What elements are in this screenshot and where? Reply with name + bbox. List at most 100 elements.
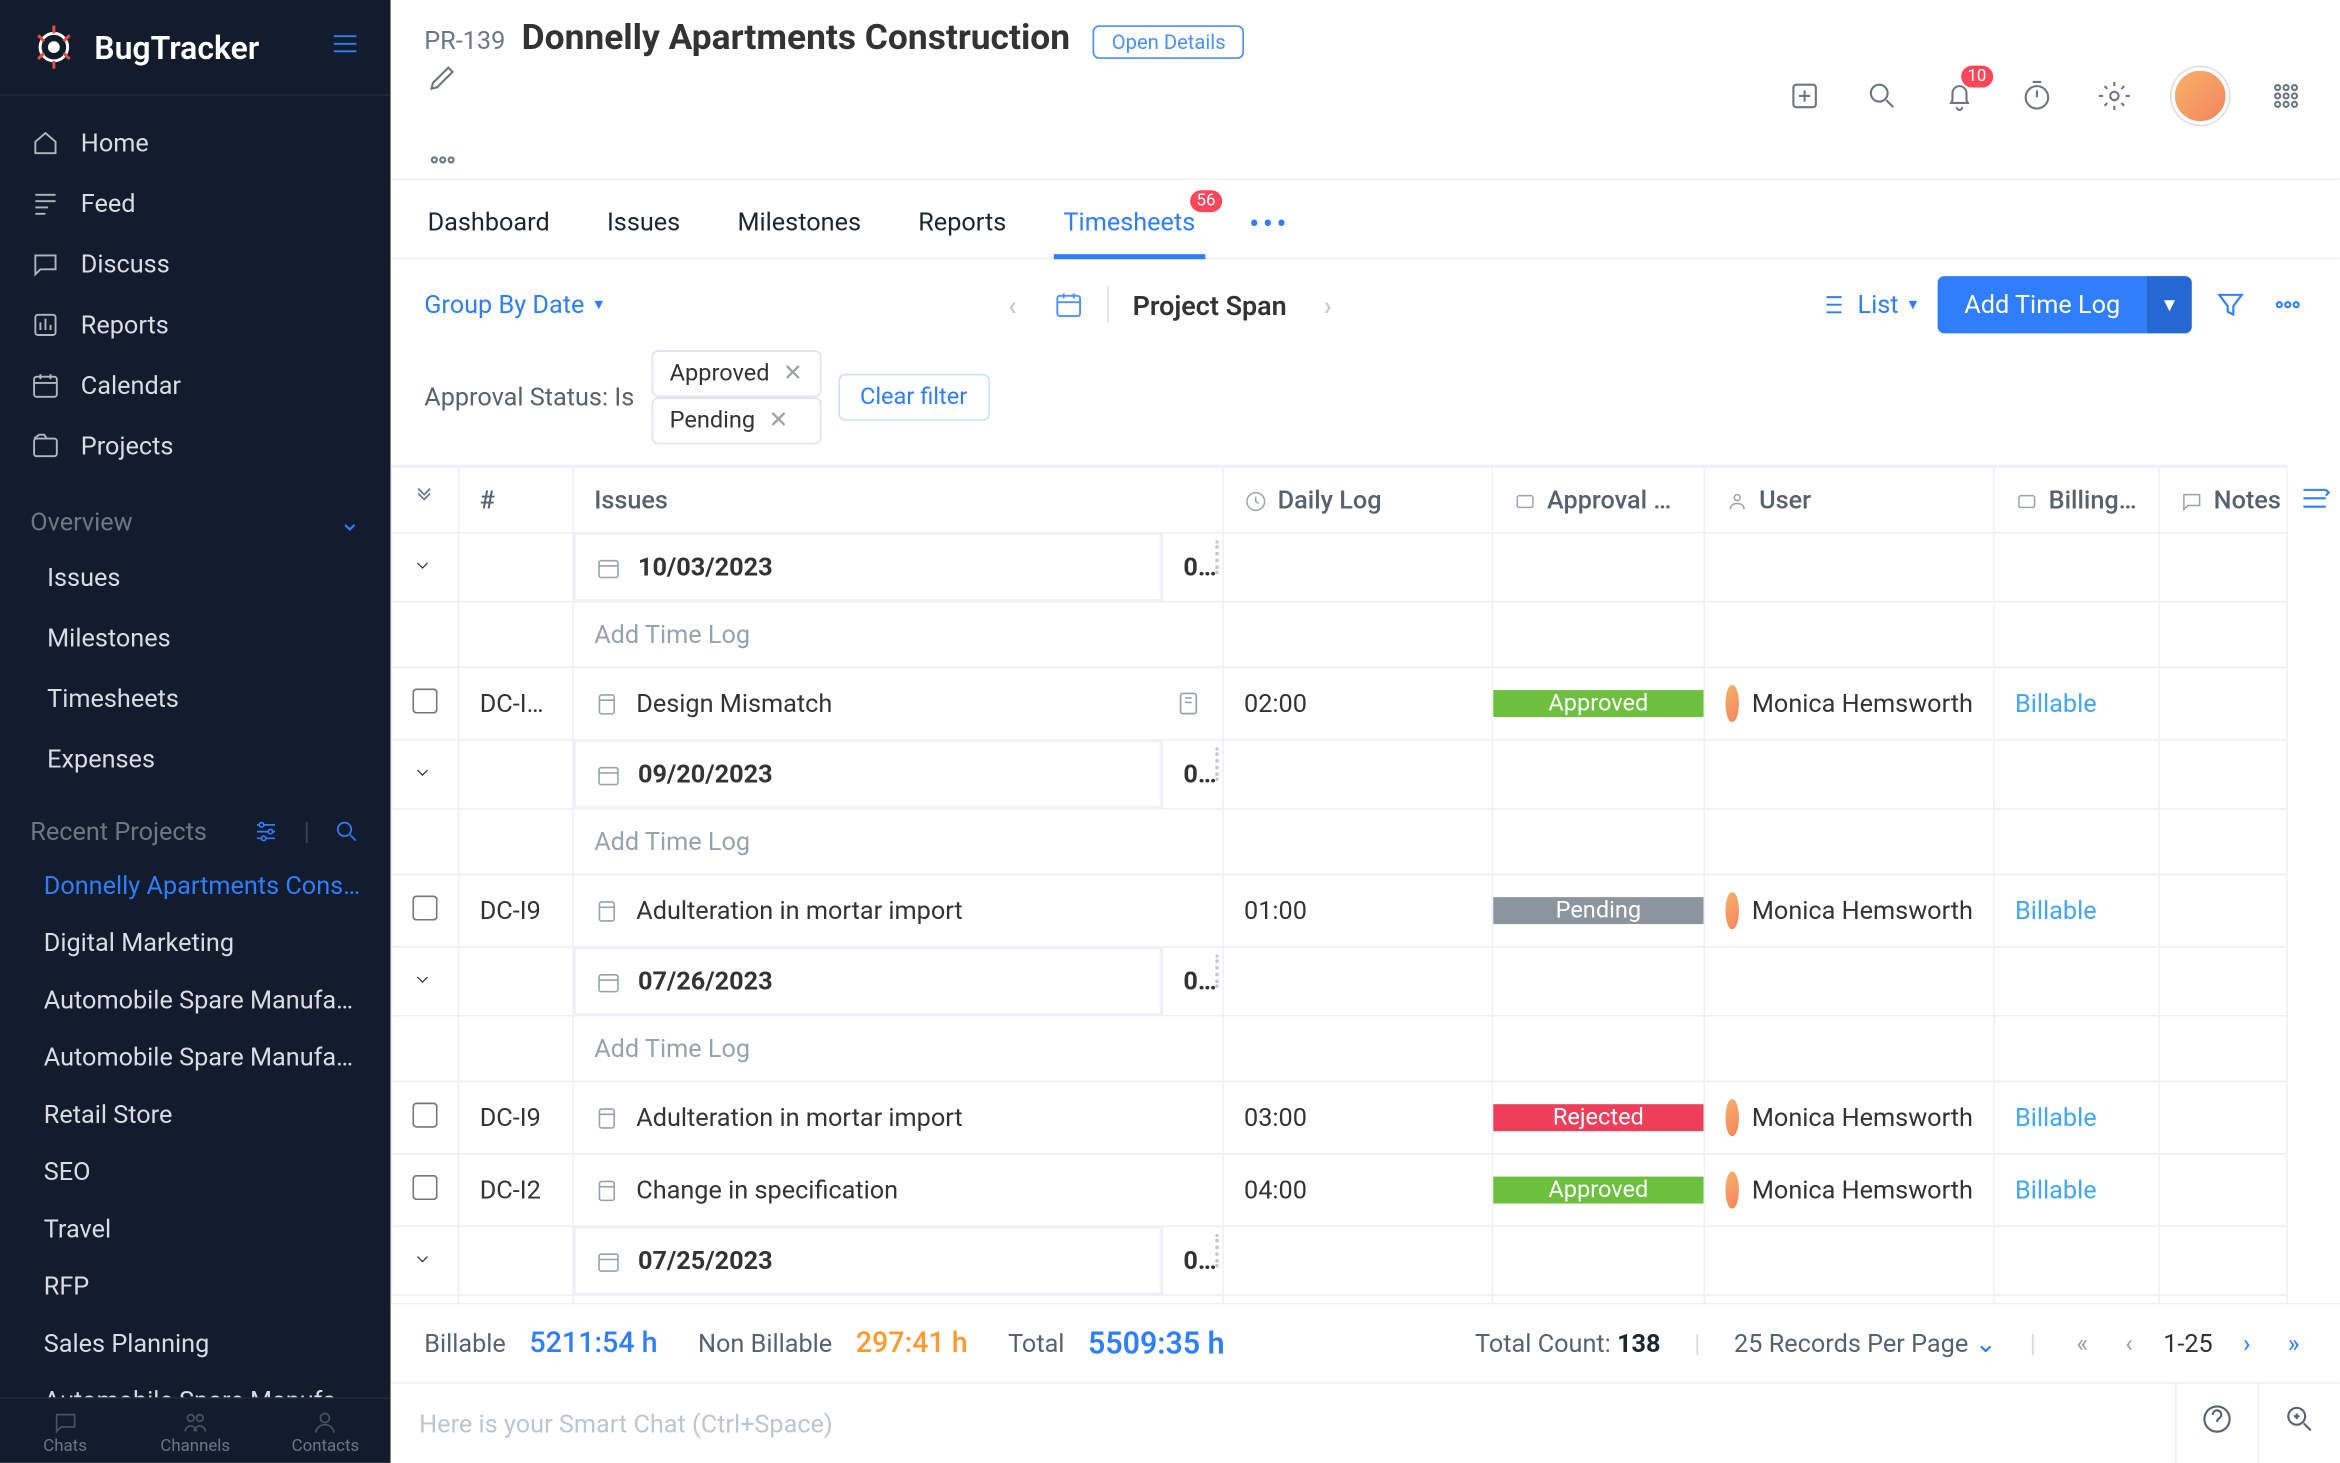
chevron-down-icon[interactable] <box>412 970 432 990</box>
open-details-button[interactable]: Open Details <box>1093 25 1244 59</box>
overview-issues[interactable]: Issues <box>0 547 391 608</box>
row-checkbox[interactable] <box>412 895 437 920</box>
recent-project-item[interactable]: Digital Marketing <box>0 914 391 971</box>
recent-project-item[interactable]: Automobile Spare Manufacturing <box>0 971 391 1028</box>
next-period-button[interactable]: › <box>1310 282 1345 327</box>
edit-icon[interactable] <box>424 59 461 96</box>
view-list-toggle[interactable]: List▾ <box>1817 290 1917 320</box>
col-daily-log[interactable]: Daily Log <box>1223 467 1492 533</box>
billing-type[interactable]: Billable <box>2015 689 2097 719</box>
nav-reports[interactable]: Reports <box>0 295 391 356</box>
add-log-row[interactable]: Add Time Log <box>391 1295 2286 1303</box>
recent-project-item[interactable]: Donnelly Apartments Construction <box>0 857 391 914</box>
filter-chip[interactable]: Approved✕ <box>651 350 821 397</box>
status-approved[interactable]: Approved <box>1493 1177 1703 1204</box>
add-time-log-button[interactable]: Add Time Log <box>1937 276 2147 333</box>
col-user[interactable]: User <box>1704 467 1994 533</box>
recent-project-item[interactable]: Automobile Spare Manufacturing <box>0 1372 391 1397</box>
add-log-row[interactable]: Add Time Log <box>391 602 2286 668</box>
timesheet-row[interactable]: DC-I90 Design Mismatch 02:00 Approved Mo… <box>391 667 2286 739</box>
recent-project-item[interactable]: RFP <box>0 1257 391 1314</box>
group-row[interactable]: 07/26/2023 07:00 <box>391 947 2286 1016</box>
more-options-icon[interactable] <box>2269 286 2306 323</box>
overview-milestones[interactable]: Milestones <box>0 608 391 669</box>
billing-type[interactable]: Billable <box>2015 1103 2097 1133</box>
chevron-down-icon[interactable] <box>412 1249 432 1269</box>
nav-feed[interactable]: Feed <box>0 173 391 234</box>
search-icon[interactable] <box>333 818 360 845</box>
column-settings-button[interactable] <box>2286 465 2340 1303</box>
nav-discuss[interactable]: Discuss <box>0 234 391 295</box>
page-first-icon[interactable]: « <box>2070 1321 2095 1365</box>
add-log-row[interactable]: Add Time Log <box>391 809 2286 875</box>
settings-sliders-icon[interactable] <box>253 818 280 845</box>
chevron-down-icon[interactable] <box>412 556 432 576</box>
row-checkbox[interactable] <box>412 1102 437 1127</box>
row-checkbox[interactable] <box>412 688 437 713</box>
nav-home[interactable]: Home <box>0 113 391 174</box>
page-next-icon[interactable]: › <box>2236 1321 2257 1365</box>
expand-all-header[interactable] <box>391 467 458 533</box>
sidebar-collapse-icon[interactable] <box>330 28 360 67</box>
bell-icon[interactable]: 10 <box>1939 76 1979 116</box>
add-time-log-caret[interactable]: ▾ <box>2147 276 2192 333</box>
chip-remove-icon[interactable]: ✕ <box>769 407 789 434</box>
overview-timesheets[interactable]: Timesheets <box>0 668 391 729</box>
recent-project-item[interactable]: Travel <box>0 1200 391 1257</box>
chevron-down-icon[interactable] <box>412 763 432 783</box>
overview-expenses[interactable]: Expenses <box>0 729 391 790</box>
clear-filter-button[interactable]: Clear filter <box>838 374 989 421</box>
recent-project-item[interactable]: SEO <box>0 1143 391 1200</box>
page-last-icon[interactable]: » <box>2281 1321 2306 1365</box>
timesheet-row[interactable]: DC-I9 Adulteration in mortar import 01:0… <box>391 875 2286 947</box>
billing-type[interactable]: Billable <box>2015 896 2097 926</box>
col-issues[interactable]: Issues <box>573 467 1223 533</box>
recent-project-item[interactable]: Sales Planning <box>0 1315 391 1372</box>
search-icon[interactable] <box>1862 76 1902 116</box>
page-prev-icon[interactable]: ‹ <box>2119 1321 2140 1365</box>
status-rejected[interactable]: Rejected <box>1493 1104 1703 1131</box>
recent-project-item[interactable]: Retail Store <box>0 1086 391 1143</box>
smart-chat-input[interactable] <box>392 1388 2175 1459</box>
group-by-dropdown[interactable]: Group By Date▾ <box>424 290 603 320</box>
tab-milestones[interactable]: Milestones <box>734 190 864 257</box>
col-billing[interactable]: Billing ... <box>1994 467 2159 533</box>
more-icon[interactable] <box>424 141 461 178</box>
timer-icon[interactable] <box>2017 76 2057 116</box>
help-icon[interactable] <box>2175 1384 2257 1463</box>
gear-icon[interactable] <box>2094 76 2134 116</box>
recent-project-item[interactable]: Automobile Spare Manufacturing <box>0 1029 391 1086</box>
chats-tab[interactable]: Chats <box>0 1399 130 1463</box>
prev-period-button[interactable]: ‹ <box>995 282 1030 327</box>
book-icon[interactable] <box>1175 690 1202 717</box>
add-log-row[interactable]: Add Time Log <box>391 1016 2286 1082</box>
tabs-more-icon[interactable]: ••• <box>1249 206 1290 241</box>
row-checkbox[interactable] <box>412 1174 437 1199</box>
add-icon[interactable] <box>1784 76 1824 116</box>
col-approval[interactable]: Approval St... <box>1492 467 1704 533</box>
group-row[interactable]: 09/20/2023 01:00 <box>391 740 2286 809</box>
tab-issues[interactable]: Issues <box>604 190 684 257</box>
status-pending[interactable]: Pending <box>1493 897 1703 924</box>
tab-reports[interactable]: Reports <box>915 190 1010 257</box>
timesheet-row[interactable]: DC-I2 Change in specification 04:00 Appr… <box>391 1154 2286 1226</box>
chip-remove-icon[interactable]: ✕ <box>783 360 803 387</box>
filter-icon[interactable] <box>2212 286 2249 323</box>
group-row[interactable]: 10/03/2023 02:00 <box>391 533 2286 602</box>
tab-dashboard[interactable]: Dashboard <box>424 190 553 257</box>
contacts-tab[interactable]: Contacts <box>260 1399 390 1463</box>
col-id[interactable]: # <box>459 467 573 533</box>
per-page-dropdown[interactable]: 25 Records Per Page ⌄ <box>1734 1328 1996 1358</box>
timesheet-row[interactable]: DC-I9 Adulteration in mortar import 03:0… <box>391 1082 2286 1154</box>
filter-chip[interactable]: Pending✕ <box>651 397 821 444</box>
overview-section[interactable]: Overview ⌄ <box>0 476 391 547</box>
apps-grid-icon[interactable] <box>2266 76 2306 116</box>
tab-timesheets[interactable]: Timesheets56 <box>1060 190 1199 257</box>
billing-type[interactable]: Billable <box>2015 1175 2097 1205</box>
zoom-icon[interactable] <box>2257 1384 2339 1463</box>
nav-projects[interactable]: Projects <box>0 416 391 477</box>
nav-calendar[interactable]: Calendar <box>0 355 391 416</box>
group-row[interactable]: 07/25/2023 03:00 <box>391 1226 2286 1295</box>
channels-tab[interactable]: Channels <box>130 1399 260 1463</box>
status-approved[interactable]: Approved <box>1493 690 1703 717</box>
